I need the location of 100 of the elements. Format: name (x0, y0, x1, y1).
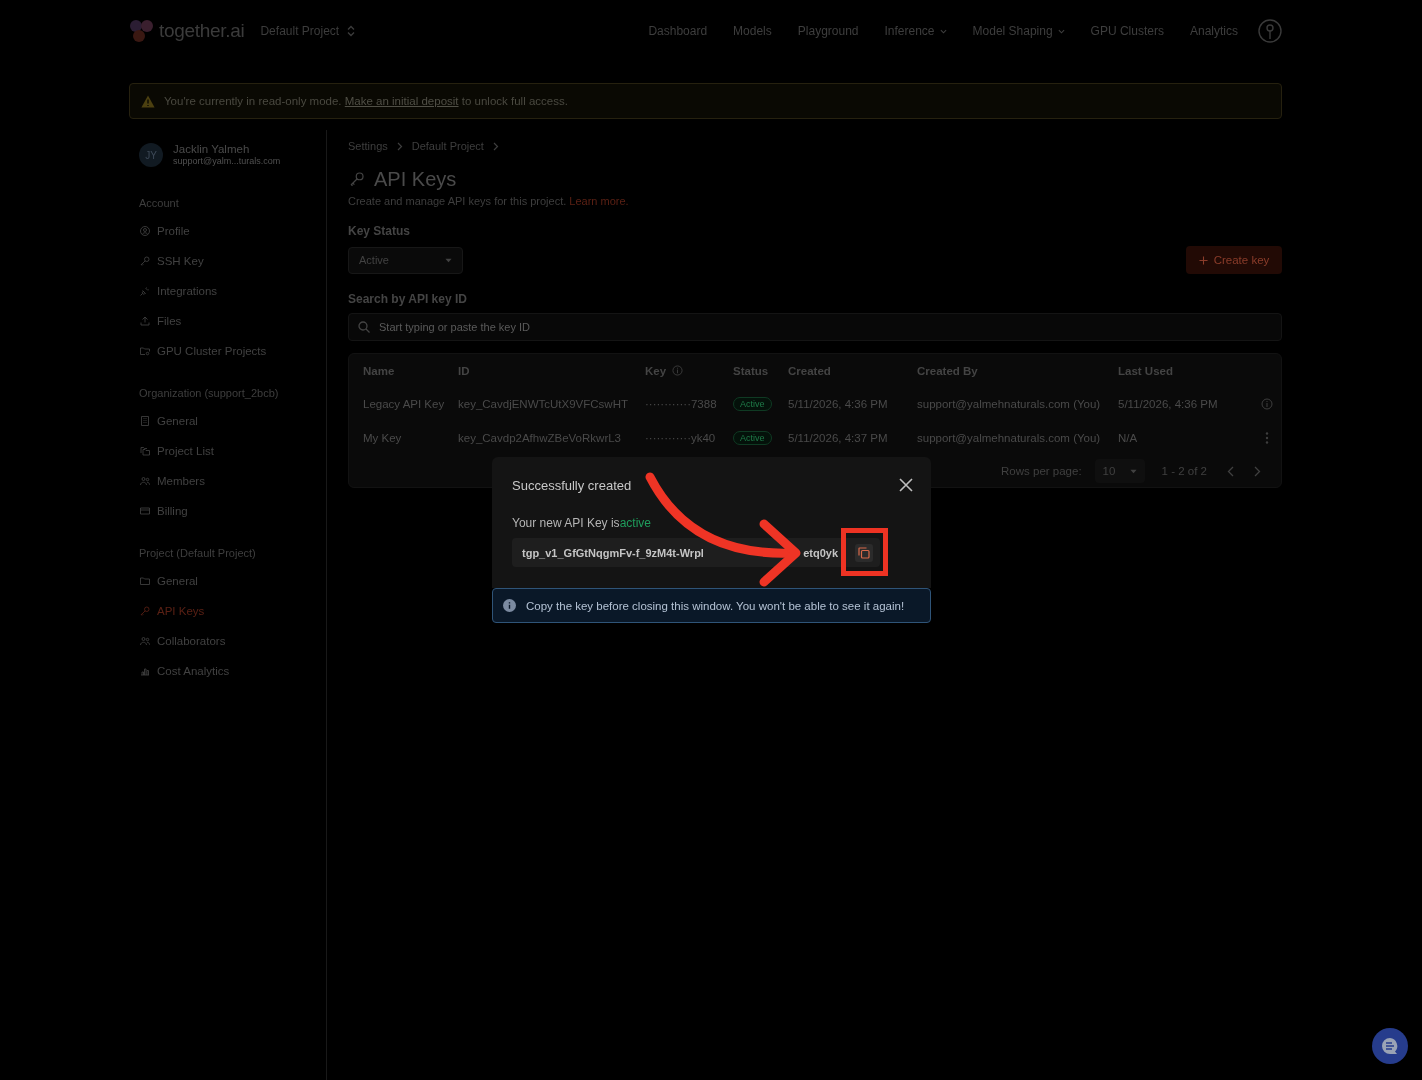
account-icon[interactable] (1258, 19, 1282, 43)
status-text: active (619, 516, 651, 530)
deposit-link[interactable]: Make an initial deposit (344, 95, 459, 107)
folder-icon (139, 345, 151, 357)
info-icon (503, 599, 516, 612)
learn-more-link[interactable]: Learn more. (569, 195, 629, 207)
warning-icon (141, 94, 155, 108)
table-cell-text: My Key (363, 432, 403, 444)
column-header: Key (645, 364, 667, 377)
table-cell-text: 5/11/2026, 4:36 PM (788, 398, 889, 410)
create-key-button[interactable]: Create key (1186, 246, 1282, 274)
table-cell-text: Legacy API Key (363, 398, 446, 410)
upload-icon (139, 315, 151, 327)
status-badge: Active (733, 397, 772, 411)
column-header: Created By (917, 364, 978, 377)
sidebar-item[interactable]: Billing (129, 496, 326, 526)
table-cell-text: 5/11/2026, 4:37 PM (788, 432, 889, 444)
plus-icon (1198, 255, 1208, 265)
chevron-right-icon[interactable] (1254, 465, 1261, 477)
copy-icon (858, 546, 870, 559)
caret-icon (1129, 468, 1137, 474)
chevron-right-icon (492, 141, 499, 151)
column-header: ID (458, 364, 470, 377)
user-name: Jacklin Yalmeh (173, 143, 251, 156)
caret-icon (445, 257, 452, 263)
people-icon (139, 635, 151, 647)
chevron-up-down-icon (347, 25, 356, 37)
banner-message: You're currently in read-only mode. Make an initial deposit to unlock full access. (164, 95, 568, 107)
table-cell-text: key_CavdjENWTcUtX9VFCswHT (458, 398, 629, 410)
status-badge: Active (733, 431, 772, 445)
sidebar-item[interactable]: General (129, 406, 326, 436)
highlight-box (841, 528, 888, 576)
table-cell-text: ············yk40 (645, 432, 717, 444)
section-heading: Organization (support_2bcb) (138, 386, 280, 400)
info-icon[interactable] (1261, 398, 1273, 410)
nav-link[interactable]: Dashboard (648, 24, 708, 38)
search-icon (358, 321, 370, 333)
chat-icon (1381, 1037, 1399, 1055)
column-header: Last Used (1118, 364, 1173, 377)
nav-link[interactable]: Models (733, 24, 772, 38)
section-heading: Account (138, 196, 180, 210)
table-cell-text: 5/11/2026, 4:36 PM (1118, 398, 1219, 410)
table-cell-text: key_Cavdp2AfhwZBeVoRkwrL3 (458, 432, 622, 444)
sidebar-item[interactable]: Files (129, 306, 326, 336)
close-icon[interactable] (899, 478, 913, 492)
project-selector[interactable]: Default Project (260, 24, 356, 38)
nav-link[interactable]: GPU Clusters (1090, 24, 1164, 38)
table-cell-text: ············7388 (645, 398, 718, 410)
page-description: Create and manage API keys for this project. Learn more. (348, 194, 630, 209)
people-icon (139, 475, 151, 487)
alert-message: Copy the key before closing this window. You won't be able to see it again! (526, 599, 905, 612)
nav-link[interactable]: Playground (797, 24, 859, 38)
sidebar-item[interactable]: Project List (129, 436, 326, 466)
sidebar-item[interactable]: Collaborators (129, 626, 326, 656)
sidebar-item[interactable]: Members (129, 466, 326, 496)
table-cell-text: N/A (1118, 432, 1139, 444)
sidebar-item[interactable]: General (129, 566, 326, 596)
table-cell-text: support@yalmehnaturals.com (You) (917, 398, 1102, 410)
column-header: Status (733, 364, 769, 377)
page-title: API Keys (374, 167, 457, 191)
search-label: Search by API key ID (348, 291, 468, 307)
api-key-text: etq0yk (803, 546, 838, 559)
building-icon (139, 415, 151, 427)
dialog-title: Successfully created (512, 477, 632, 493)
column-header: Created (788, 364, 831, 377)
sidebar-item[interactable]: GPU Cluster Projects (129, 336, 326, 366)
user-circle-icon (139, 225, 151, 237)
nav-link[interactable]: Inference (884, 24, 947, 38)
column-header: Name (363, 364, 395, 377)
sidebar-item[interactable]: Integrations (129, 276, 326, 306)
chevron-left-icon[interactable] (1227, 465, 1234, 477)
key-icon (139, 605, 151, 617)
sidebar-item[interactable]: SSH Key (129, 246, 326, 276)
chevron-right-icon (396, 141, 403, 151)
section-heading: Project (Default Project) (138, 546, 257, 560)
plug-icon (139, 285, 151, 297)
info-icon (672, 365, 684, 376)
filter-label: Key Status (348, 223, 412, 239)
breadcrumb-link[interactable]: Default Project (411, 140, 484, 152)
key-icon (348, 170, 366, 188)
sidebar-item[interactable]: Profile (129, 216, 326, 246)
sidebar-item[interactable]: Cost Analytics (129, 656, 326, 686)
user-email: support@yalm...turals.com (173, 156, 281, 167)
status-dropdown[interactable]: Active (348, 246, 463, 274)
search-field[interactable]: Start typing or paste the key ID (348, 313, 1282, 341)
nav-link[interactable]: Analytics (1189, 24, 1238, 38)
api-key-text: tgp_v1_GfGtNqgmFv-f_9zM4t-Wrpl (522, 546, 704, 559)
nav-link[interactable]: Model Shaping (972, 24, 1065, 38)
copy-button[interactable] (855, 543, 873, 562)
card-icon (139, 505, 151, 517)
table-cell-text: support@yalmehnaturals.com (You) (917, 432, 1102, 444)
bar-chart-icon (139, 665, 151, 677)
chat-button[interactable] (1372, 1028, 1408, 1064)
sidebar-item[interactable]: API Keys (129, 596, 326, 626)
breadcrumb-link[interactable]: Settings (348, 140, 388, 152)
brand-name[interactable]: together.ai (159, 20, 245, 42)
folders-icon (139, 445, 151, 457)
folder-icon (139, 575, 151, 587)
caret-icon (939, 28, 947, 34)
logo-icon (129, 19, 155, 43)
